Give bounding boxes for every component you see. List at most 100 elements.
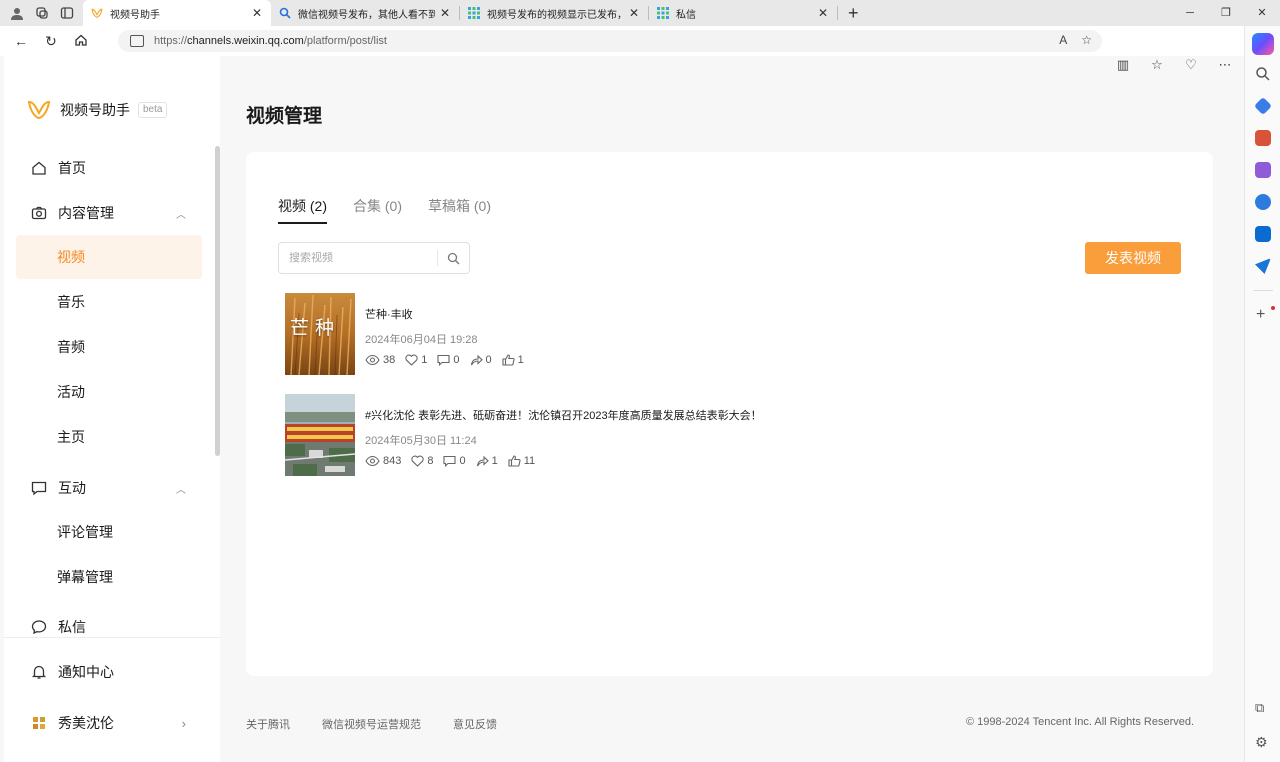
home-icon <box>30 159 48 177</box>
sidebar-item-audio[interactable]: 音频 <box>16 325 202 369</box>
app-name: 视频号助手 <box>60 102 130 118</box>
video-title[interactable]: #兴化沈伦 表彰先进、砥砺奋进！沈伦镇召开2023年度高质量发展总结表彰大会！ <box>365 407 762 423</box>
video-search <box>278 242 470 274</box>
sidebar-item-danmaku[interactable]: 弹幕管理 <box>16 555 202 599</box>
sidebar-item-messages[interactable]: 私信 <box>16 607 202 647</box>
comment-icon <box>443 455 457 467</box>
browser-tab[interactable]: 微信视频号发布，其他人看不到 ✕ <box>271 0 459 26</box>
tab-title: 视频号发布的视频显示已发布， <box>487 9 624 21</box>
profile-icon[interactable] <box>9 5 25 21</box>
lock-icon[interactable] <box>130 35 144 47</box>
account-avatar <box>30 714 48 732</box>
search-icon[interactable] <box>1255 66 1271 82</box>
url-text: https://channels.weixin.qq.com/platform/… <box>154 35 387 47</box>
tab-close-icon[interactable]: ✕ <box>251 6 263 20</box>
video-list-item[interactable]: 芒 种 芒种·丰收 2024年06月04日 19:28 38 1 0 0 1 <box>285 293 1165 375</box>
minimize-icon[interactable]: ─ <box>1172 0 1208 26</box>
url-field[interactable]: https://channels.weixin.qq.com/platform/… <box>118 30 1102 52</box>
tab-close-icon[interactable]: ✕ <box>817 6 829 20</box>
sidebar-item-content[interactable]: 内容管理 ︿ <box>16 191 202 235</box>
more-menu-icon[interactable]: ⋯ <box>1216 57 1234 73</box>
close-window-icon[interactable]: ✕ <box>1244 0 1280 26</box>
sidebar-item-notifications[interactable]: 通知中心 <box>16 650 202 694</box>
sidebar-item-comments[interactable]: 评论管理 <box>16 510 202 554</box>
message-square-icon <box>30 479 48 497</box>
tab-close-icon[interactable]: ✕ <box>628 6 640 20</box>
footer-link-about[interactable]: 关于腾讯 <box>246 716 290 732</box>
video-list-item[interactable]: #兴化沈伦 表彰先进、砥砺奋进！沈伦镇召开2023年度高质量发展总结表彰大会！ … <box>285 394 1165 476</box>
chevron-right-icon[interactable]: › <box>182 716 186 731</box>
share-icon <box>476 455 489 467</box>
views-stat: 843 <box>365 455 401 467</box>
chevron-up-icon[interactable]: ︿ <box>176 206 186 221</box>
tools-icon[interactable] <box>1255 130 1271 146</box>
shares-stat: 1 <box>476 455 498 467</box>
tab-drafts[interactable]: 草稿箱 (0) <box>428 196 491 224</box>
beta-badge: beta <box>138 102 168 118</box>
sidebar-item-label: 互动 <box>58 480 86 496</box>
sidebar-item-label: 内容管理 <box>58 205 114 221</box>
browser-tab-active[interactable]: 视频号助手 ✕ <box>83 0 271 26</box>
address-toolbar: ← ↻ https://channels.weixin.qq.com/platf… <box>0 26 1280 72</box>
search-favicon-icon <box>279 7 291 19</box>
sidebar-item-home[interactable]: 首页 <box>16 146 202 190</box>
favorites-icon[interactable]: ☆ <box>1148 57 1166 73</box>
footer-link-feedback[interactable]: 意见反馈 <box>453 716 497 732</box>
footer-link-rules[interactable]: 微信视频号运营规范 <box>322 716 421 732</box>
video-thumbnail[interactable] <box>285 394 355 476</box>
restore-icon[interactable]: ❐ <box>1208 0 1244 26</box>
video-title[interactable]: 芒种·丰收 <box>365 306 413 322</box>
grid-favicon-icon <box>468 7 480 19</box>
new-tab-button[interactable]: + <box>848 4 859 22</box>
notification-dot <box>1271 306 1275 310</box>
browser-tab[interactable]: 视频号发布的视频显示已发布， ✕ <box>460 0 648 26</box>
sidebar-item-video[interactable]: 视频 <box>16 235 202 279</box>
bell-icon <box>30 663 48 681</box>
thumbs-up-icon <box>502 354 515 366</box>
workspaces-icon[interactable] <box>34 5 50 21</box>
sidebar-item-interact[interactable]: 互动 ︿ <box>16 466 202 510</box>
screenshot-icon[interactable]: ⧉ <box>1255 700 1264 716</box>
outlook-icon[interactable] <box>1255 226 1271 242</box>
tab-videos[interactable]: 视频 (2) <box>278 196 327 224</box>
search-input[interactable] <box>289 252 437 264</box>
settings-gear-icon[interactable]: ⚙ <box>1255 734 1268 751</box>
sidebar-divider <box>4 637 220 638</box>
games-icon[interactable] <box>1255 162 1271 178</box>
sidebar-item-label: 私信 <box>58 619 86 635</box>
tab-close-icon[interactable]: ✕ <box>439 6 451 20</box>
shares-stat: 0 <box>470 354 492 366</box>
browser-essentials-icon[interactable]: ♡ <box>1182 57 1200 73</box>
read-aloud-icon[interactable]: A <box>1059 33 1067 47</box>
back-icon[interactable]: ← <box>6 33 36 49</box>
sidebar-scrollbar[interactable] <box>215 146 220 456</box>
tab-separator <box>837 6 838 20</box>
publish-video-button[interactable]: 发表视频 <box>1085 242 1181 274</box>
sidebar-item-label: 首页 <box>58 160 86 176</box>
tab-title: 私信 <box>676 9 696 21</box>
add-sidebar-app-icon[interactable]: + <box>1256 306 1265 324</box>
sidebar-item-account[interactable]: 秀美沈伦 › <box>16 701 202 745</box>
sidebar-item-music[interactable]: 音乐 <box>16 280 202 324</box>
chevron-up-icon[interactable]: ︿ <box>176 481 186 496</box>
views-stat: 38 <box>365 354 395 366</box>
video-thumbnail[interactable]: 芒 种 <box>285 293 355 375</box>
home-icon[interactable] <box>66 33 96 50</box>
send-icon[interactable] <box>1255 258 1271 274</box>
sidebar-item-activity[interactable]: 活动 <box>16 370 202 414</box>
app-logo[interactable]: 视频号助手 beta <box>28 100 168 120</box>
tab-collections[interactable]: 合集 (0) <box>353 196 402 224</box>
browser-tab[interactable]: 私信 ✕ <box>649 0 837 26</box>
shopping-tag-icon[interactable] <box>1253 96 1273 116</box>
search-icon[interactable] <box>438 252 469 265</box>
sidebar-item-homepage[interactable]: 主页 <box>16 415 202 459</box>
refresh-icon[interactable]: ↻ <box>36 33 66 50</box>
tab-actions-icon[interactable] <box>59 5 75 21</box>
microsoft365-icon[interactable] <box>1255 194 1271 210</box>
edge-sidebar: + ⧉ ⚙ <box>1244 26 1280 762</box>
split-screen-icon[interactable]: ▥ <box>1114 57 1132 73</box>
channels-logo-icon <box>28 100 50 120</box>
app-sidebar: 视频号助手 beta 首页 内容管理 ︿ 视频 音乐 音频 活动 主页 互动 ︿… <box>4 56 220 762</box>
favorite-star-icon[interactable]: ☆ <box>1081 33 1092 47</box>
copilot-icon[interactable] <box>1252 33 1274 55</box>
